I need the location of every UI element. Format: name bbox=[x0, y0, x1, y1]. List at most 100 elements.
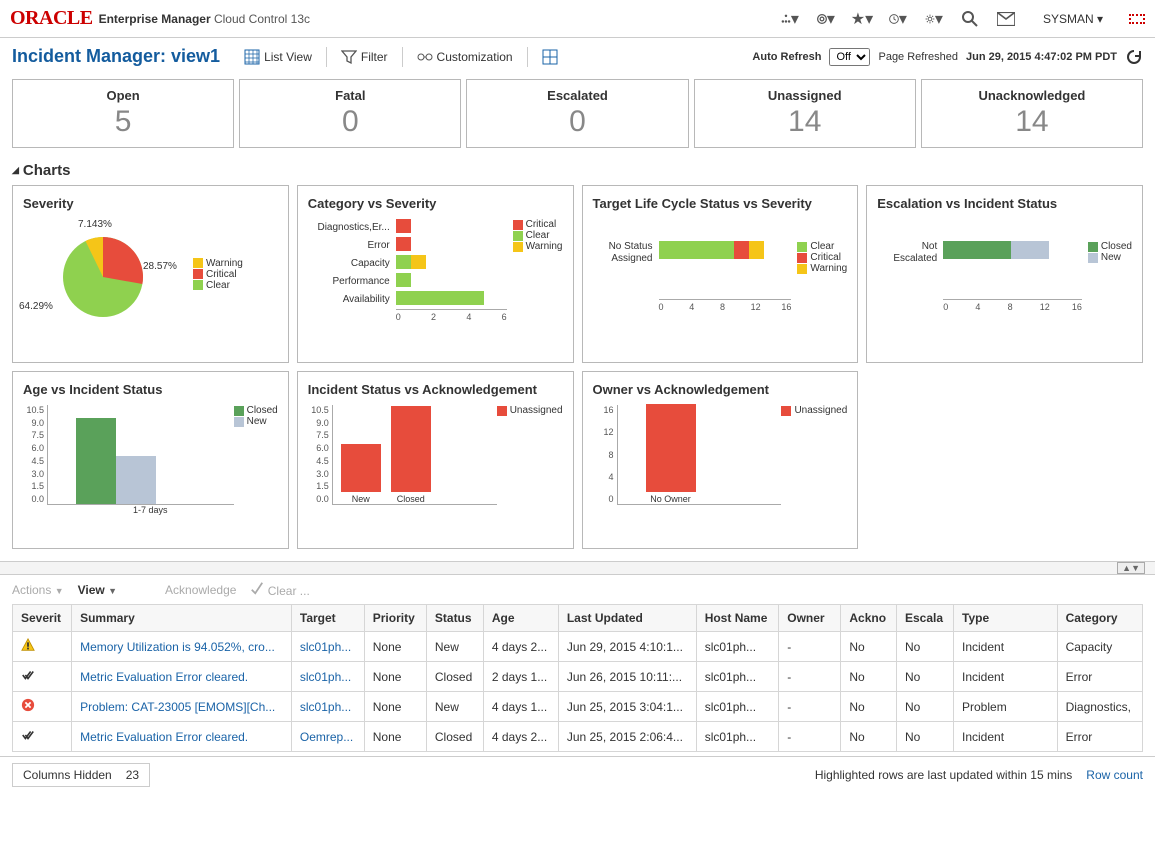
severity-cleared-icon bbox=[21, 728, 35, 742]
history-icon[interactable]: ▾ bbox=[889, 10, 907, 28]
th-esc[interactable]: Escala bbox=[896, 605, 953, 632]
th-host-name[interactable]: Host Name bbox=[696, 605, 779, 632]
columns-hidden-indicator[interactable]: Columns Hidden23 bbox=[12, 763, 150, 787]
cell-last-updated: Jun 25, 2015 3:04:1... bbox=[558, 692, 696, 722]
cell-priority: None bbox=[364, 662, 426, 692]
user-menu[interactable]: SYSMAN ▾ bbox=[1043, 12, 1103, 26]
collapse-icon: ◢ bbox=[12, 165, 19, 176]
cell-owner: - bbox=[779, 692, 841, 722]
favorites-icon[interactable]: ★▾ bbox=[853, 10, 871, 28]
th-summary[interactable]: Summary bbox=[72, 605, 292, 632]
pie-label-warning: 7.143% bbox=[78, 219, 112, 230]
grid-toggle-button[interactable] bbox=[542, 49, 558, 65]
table-row[interactable]: Metric Evaluation Error cleared. Oemrep..… bbox=[13, 722, 1143, 752]
chart-age-status: Age vs Incident Status 10.59.07.56.04.53… bbox=[12, 371, 289, 549]
cell-status: Closed bbox=[426, 722, 483, 752]
cell-age: 4 days 2... bbox=[483, 722, 558, 752]
cell-host-name: slc01ph... bbox=[696, 662, 779, 692]
th-category[interactable]: Category bbox=[1057, 605, 1142, 632]
cell-esc: No bbox=[896, 722, 953, 752]
accessibility-icon[interactable] bbox=[1129, 14, 1145, 24]
cell-priority: None bbox=[364, 722, 426, 752]
sitemap-icon[interactable]: ▾ bbox=[781, 10, 799, 28]
severity-warning-icon bbox=[21, 638, 35, 652]
page-title: Incident Manager: view1 bbox=[12, 46, 220, 67]
customization-button[interactable]: Customization bbox=[417, 49, 513, 65]
th-priority[interactable]: Priority bbox=[364, 605, 426, 632]
cell-summary: Metric Evaluation Error cleared. bbox=[72, 722, 292, 752]
mail-icon[interactable] bbox=[997, 10, 1015, 28]
summary-link[interactable]: Metric Evaluation Error cleared. bbox=[80, 730, 248, 744]
cell-ack: No bbox=[841, 692, 897, 722]
cell-target: slc01ph... bbox=[291, 692, 364, 722]
target-link[interactable]: slc01ph... bbox=[300, 640, 351, 654]
search-icon[interactable] bbox=[961, 10, 979, 28]
card-unassigned[interactable]: Unassigned14 bbox=[694, 79, 916, 148]
card-escalated[interactable]: Escalated0 bbox=[466, 79, 688, 148]
target-link[interactable]: slc01ph... bbox=[300, 700, 351, 714]
filter-button[interactable]: Filter bbox=[341, 49, 388, 65]
splitter[interactable]: ▲▼ bbox=[0, 561, 1155, 575]
refresh-icon[interactable] bbox=[1125, 48, 1143, 66]
card-unacknowledged[interactable]: Unacknowledged14 bbox=[921, 79, 1143, 148]
chart-severity: Severity 7.143% 28.57% 64.29% Warning Cr… bbox=[12, 185, 289, 363]
table-toolbar: Actions ▼ View ▼ Acknowledge Clear ... bbox=[0, 575, 1155, 604]
page-refreshed-value: Jun 29, 2015 4:47:02 PM PDT bbox=[966, 51, 1117, 63]
chart-lifecycle-severity: Target Life Cycle Status vs Severity No … bbox=[582, 185, 859, 363]
page-toolbar: Incident Manager: view1 List View Filter… bbox=[0, 38, 1155, 79]
view-menu[interactable]: View ▼ bbox=[78, 583, 117, 597]
severity-cleared-icon bbox=[21, 668, 35, 682]
settings-icon[interactable]: ▾ bbox=[925, 10, 943, 28]
cell-status: New bbox=[426, 692, 483, 722]
summary-cards: Open5 Fatal0 Escalated0 Unassigned14 Una… bbox=[0, 79, 1155, 156]
table-row[interactable]: Memory Utilization is 94.052%, cro... slc… bbox=[13, 632, 1143, 662]
list-view-button[interactable]: List View bbox=[244, 49, 312, 65]
table-row[interactable]: Problem: CAT-23005 [EMOMS][Ch... slc01ph.… bbox=[13, 692, 1143, 722]
cell-esc: No bbox=[896, 692, 953, 722]
summary-link[interactable]: Problem: CAT-23005 [EMOMS][Ch... bbox=[80, 700, 275, 714]
auto-refresh-select[interactable]: Off bbox=[829, 48, 870, 66]
pie-label-critical: 28.57% bbox=[143, 261, 177, 272]
highlight-note: Highlighted rows are last updated within… bbox=[815, 768, 1072, 782]
actions-menu[interactable]: Actions ▼ bbox=[12, 583, 64, 597]
chart-escalation-status: Escalation vs Incident Status Not Escala… bbox=[866, 185, 1143, 363]
table-footer: Columns Hidden23 Highlighted rows are la… bbox=[0, 756, 1155, 793]
cell-summary: Memory Utilization is 94.052%, cro... bbox=[72, 632, 292, 662]
th-target[interactable]: Target bbox=[291, 605, 364, 632]
cell-category: Capacity bbox=[1057, 632, 1142, 662]
cell-status: Closed bbox=[426, 662, 483, 692]
cell-severity bbox=[13, 662, 72, 692]
table-row[interactable]: Metric Evaluation Error cleared. slc01ph.… bbox=[13, 662, 1143, 692]
cell-host-name: slc01ph... bbox=[696, 722, 779, 752]
th-status[interactable]: Status bbox=[426, 605, 483, 632]
row-count-link[interactable]: Row count bbox=[1086, 768, 1143, 782]
th-owner[interactable]: Owner bbox=[779, 605, 841, 632]
card-open[interactable]: Open5 bbox=[12, 79, 234, 148]
cell-severity bbox=[13, 632, 72, 662]
cell-age: 4 days 2... bbox=[483, 632, 558, 662]
th-severity[interactable]: Severit bbox=[13, 605, 72, 632]
summary-link[interactable]: Memory Utilization is 94.052%, cro... bbox=[80, 640, 275, 654]
cell-summary: Metric Evaluation Error cleared. bbox=[72, 662, 292, 692]
pie-label-clear: 64.29% bbox=[19, 301, 53, 312]
cell-type: Problem bbox=[954, 692, 1058, 722]
cell-ack: No bbox=[841, 722, 897, 752]
splitter-handle-icon[interactable]: ▲▼ bbox=[1117, 562, 1145, 574]
chart-owner-ack: Owner vs Acknowledgement 1612840 No Owne… bbox=[582, 371, 859, 549]
acknowledge-button[interactable]: Acknowledge bbox=[165, 583, 236, 597]
card-fatal[interactable]: Fatal0 bbox=[239, 79, 461, 148]
th-last-updated[interactable]: Last Updated bbox=[558, 605, 696, 632]
target-link[interactable]: slc01ph... bbox=[300, 670, 351, 684]
th-ack[interactable]: Ackno bbox=[841, 605, 897, 632]
clear-button[interactable]: Clear ... bbox=[250, 581, 309, 598]
cell-age: 4 days 1... bbox=[483, 692, 558, 722]
th-age[interactable]: Age bbox=[483, 605, 558, 632]
targets-icon[interactable]: ▾ bbox=[817, 10, 835, 28]
cell-type: Incident bbox=[954, 632, 1058, 662]
summary-link[interactable]: Metric Evaluation Error cleared. bbox=[80, 670, 248, 684]
th-type[interactable]: Type bbox=[954, 605, 1058, 632]
target-link[interactable]: Oemrep... bbox=[300, 730, 353, 744]
cell-target: slc01ph... bbox=[291, 632, 364, 662]
cell-category: Diagnostics, bbox=[1057, 692, 1142, 722]
charts-section-toggle[interactable]: ◢Charts bbox=[0, 156, 1155, 185]
